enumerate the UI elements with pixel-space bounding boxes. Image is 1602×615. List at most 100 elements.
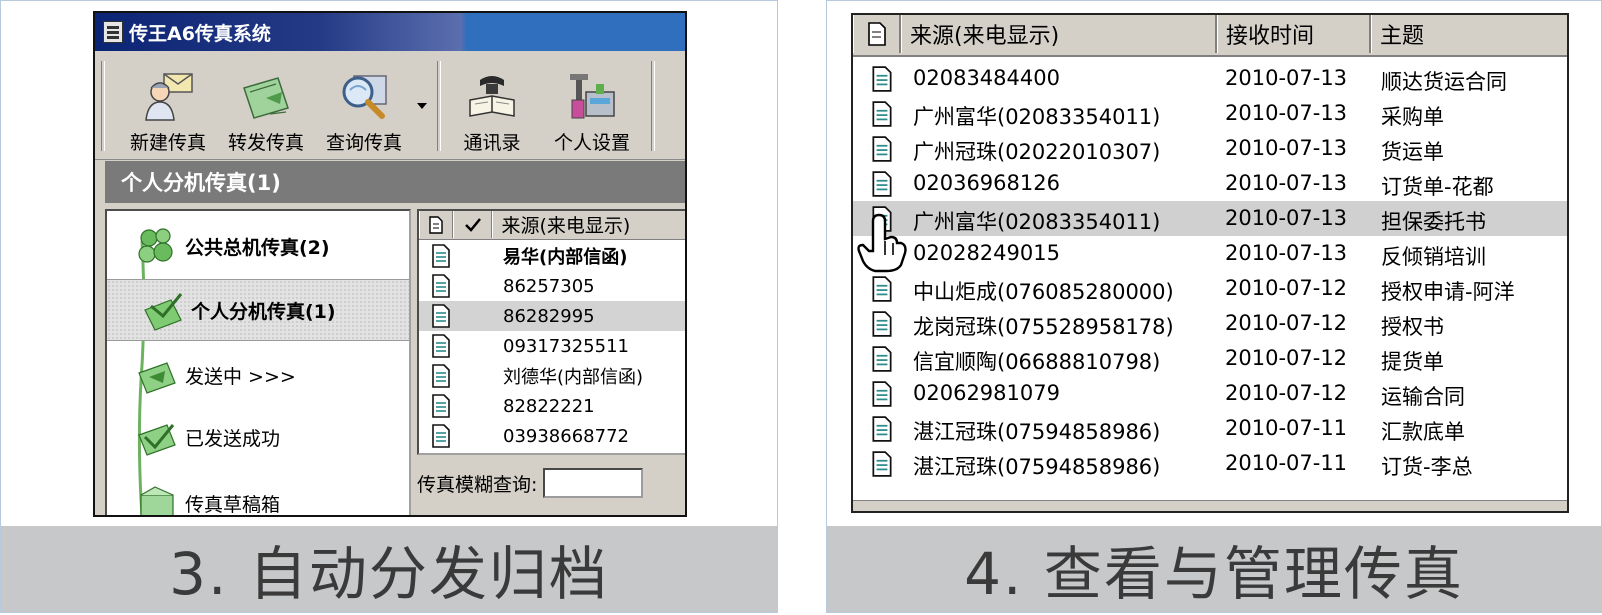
row-subject: 订货单-花都 — [1381, 175, 1494, 199]
nav-item-sent[interactable]: 已发送成功 — [107, 407, 409, 467]
nav-item-label: 公共总机传真(2) — [185, 236, 330, 259]
time-column-header[interactable]: 接收时间 — [1217, 15, 1371, 53]
fax-document-icon — [872, 276, 892, 302]
fax-document-icon — [432, 334, 450, 358]
checkmark-column-header[interactable] — [452, 211, 493, 238]
row-subject: 汇款底单 — [1381, 420, 1465, 444]
row-subject: 货运单 — [1381, 140, 1444, 164]
row-source: 广州冠珠(02022010307) — [913, 140, 1161, 164]
table-row[interactable]: 易华(内部信函) — [419, 241, 685, 271]
document-icon — [429, 215, 443, 234]
section-title: 个人分机传真(1) — [105, 161, 685, 203]
table-row-selected[interactable]: 广州富华(02083354011) 2010-07-13 担保委托书 — [853, 201, 1567, 236]
fax-document-icon — [432, 304, 450, 328]
fax-document-icon — [872, 416, 892, 442]
new-fax-icon — [145, 73, 193, 121]
row-source: 湛江冠珠(07594858986) — [913, 420, 1161, 444]
table-row[interactable]: 广州富华(02083354011) 2010-07-13 采购单 — [853, 96, 1567, 131]
new-fax-button[interactable]: 新建传真 — [119, 59, 217, 155]
hand-pointer-cursor-icon — [857, 213, 907, 273]
personal-fax-icon — [144, 293, 183, 331]
fax-machine-icon — [103, 21, 123, 43]
table-row[interactable]: 02028249015 2010-07-13 反倾销培训 — [853, 236, 1567, 271]
attachment-column-header[interactable] — [419, 211, 453, 238]
nav-item-label: 发送中 >>> — [185, 365, 296, 388]
sent-fax-icon — [138, 424, 176, 456]
attachment-column-header[interactable] — [853, 15, 901, 53]
personal-settings-button[interactable]: 个人设置 — [543, 59, 641, 155]
nav-item-public-fax[interactable]: 公共总机传真(2) — [107, 215, 409, 277]
table-row[interactable]: 82822221 — [419, 391, 685, 421]
personal-settings-icon — [570, 74, 615, 119]
nav-item-label: 传真草稿箱 — [185, 493, 281, 516]
table-row[interactable]: 03938668772 — [419, 421, 685, 451]
row-source: 09317325511 — [503, 335, 629, 357]
fax-system-window: 传王A6传真系统 新建传真 转发传真 查询传真 通讯录 个人设置 个人分机传真(… — [93, 11, 687, 517]
toolbar-separator — [651, 61, 655, 151]
table-row[interactable]: 湛江冠珠(07594858986) 2010-07-11 订货-李总 — [853, 446, 1567, 481]
fax-document-icon — [432, 424, 450, 448]
row-subject: 授权书 — [1381, 315, 1444, 339]
subject-column-header[interactable]: 主题 — [1371, 15, 1567, 53]
row-time: 2010-07-13 — [1225, 241, 1348, 265]
right-panel: 来源(来电显示) 接收时间 主题 02083484400 2010-07-13 … — [826, 0, 1602, 613]
chevron-down-icon[interactable] — [417, 103, 427, 109]
row-source: 02062981079 — [913, 381, 1060, 405]
nav-item-drafts[interactable]: 传真草稿箱 — [107, 473, 409, 516]
address-book-button[interactable]: 通讯录 — [447, 59, 537, 155]
row-subject: 订货-李总 — [1381, 455, 1473, 479]
table-row[interactable]: 广州冠珠(02022010307) 2010-07-13 货运单 — [853, 131, 1567, 166]
table-row[interactable]: 刘德华(内部信函) — [419, 361, 685, 391]
left-panel: 传王A6传真系统 新建传真 转发传真 查询传真 通讯录 个人设置 个人分机传真(… — [0, 0, 778, 613]
row-source: 02036968126 — [913, 171, 1060, 195]
row-time: 2010-07-11 — [1225, 451, 1348, 475]
caption: 4. 查看与管理传真 — [827, 526, 1601, 612]
toolbar-label: 个人设置 — [553, 132, 630, 154]
toolbar-label: 新建传真 — [129, 132, 206, 154]
forward-fax-icon — [243, 77, 289, 119]
nav-item-personal-fax[interactable]: 个人分机传真(1) — [107, 279, 409, 341]
fax-document-icon — [872, 136, 892, 162]
row-source: 86282995 — [503, 305, 595, 327]
row-time: 2010-07-12 — [1225, 276, 1348, 300]
table-row[interactable]: 86257305 — [419, 271, 685, 301]
table-row-selected[interactable]: 86282995 — [419, 301, 685, 331]
search-fax-button[interactable]: 查询传真 — [315, 59, 413, 155]
table-row[interactable]: 02036968126 2010-07-13 订货单-花都 — [853, 166, 1567, 201]
nav-item-sending[interactable]: 发送中 >>> — [107, 345, 409, 405]
table-row[interactable]: 信宜顺陶(06688810798) 2010-07-12 提货单 — [853, 341, 1567, 376]
table-row[interactable]: 中山炬成(076085280000) 2010-07-12 授权申请-阿洋 — [853, 271, 1567, 306]
toolbar-label: 转发传真 — [227, 132, 304, 154]
row-source: 刘德华(内部信函) — [503, 367, 644, 388]
row-source: 02083484400 — [913, 66, 1060, 90]
fax-document-icon — [872, 311, 892, 337]
table-row[interactable]: 02083484400 2010-07-13 顺达货运合同 — [853, 61, 1567, 96]
row-source: 86257305 — [503, 275, 595, 297]
list-header: 来源(来电显示) 接收时间 主题 — [853, 15, 1567, 57]
fax-document-icon — [872, 66, 892, 92]
row-subject: 顺达货运合同 — [1381, 70, 1507, 94]
fax-list-window: 来源(来电显示) 接收时间 主题 02083484400 2010-07-13 … — [851, 13, 1569, 513]
row-time: 2010-07-13 — [1225, 136, 1348, 160]
row-source: 02028249015 — [913, 241, 1060, 265]
row-source: 82822221 — [503, 395, 595, 417]
table-row[interactable]: 湛江冠珠(07594858986) 2010-07-11 汇款底单 — [853, 411, 1567, 446]
table-row[interactable]: 龙岗冠珠(075528958178) 2010-07-12 授权书 — [853, 306, 1567, 341]
table-row[interactable]: 02062981079 2010-07-12 运输合同 — [853, 376, 1567, 411]
row-subject: 反倾销培训 — [1381, 245, 1486, 269]
nav-item-label: 个人分机传真(1) — [191, 300, 336, 323]
forward-fax-button[interactable]: 转发传真 — [217, 59, 315, 155]
row-source: 03938668772 — [503, 425, 629, 447]
table-row[interactable]: 09317325511 — [419, 331, 685, 361]
row-source: 信宜顺陶(06688810798) — [913, 350, 1161, 374]
row-time: 2010-07-13 — [1225, 66, 1348, 90]
source-column-header[interactable]: 来源(来电显示) — [901, 15, 1217, 53]
row-time: 2010-07-13 — [1225, 101, 1348, 125]
horizontal-scrollbar[interactable] — [853, 500, 1567, 511]
search-input[interactable] — [543, 468, 644, 498]
folder-nav-pane: 公共总机传真(2) 个人分机传真(1) 发送中 >>> 已发送成功 传真草稿箱 — [105, 209, 411, 516]
fuzzy-search-row: 传真模糊查询: — [417, 459, 685, 507]
row-subject: 运输合同 — [1381, 385, 1465, 409]
source-column-header[interactable]: 来源(来电显示) — [492, 211, 685, 238]
row-source: 广州富华(02083354011) — [913, 210, 1161, 234]
